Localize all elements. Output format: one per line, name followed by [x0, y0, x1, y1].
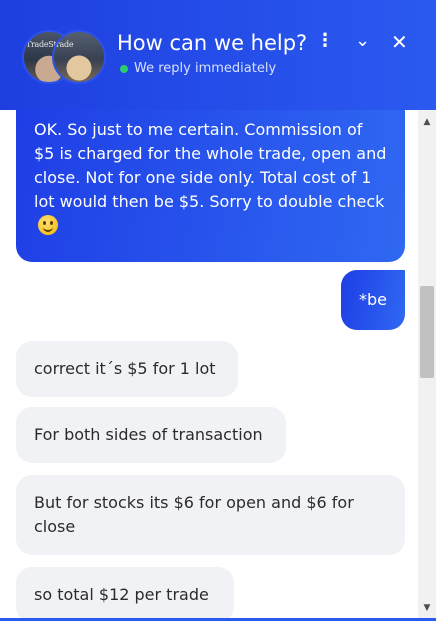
avatar: rade	[52, 30, 106, 84]
scrollbar[interactable]: ▲ ▼	[418, 110, 436, 618]
message-text: But for stocks its $6 for open and $6 fo…	[34, 493, 354, 536]
message-text: For both sides of transaction	[34, 425, 263, 444]
online-status: We reply immediately	[120, 61, 276, 76]
avatar-brand-text: rade	[56, 40, 74, 49]
chat-header: TradeStreet rade How can we help? We rep…	[0, 0, 436, 110]
message-list[interactable]: OK. So just to me certain. Commission of…	[0, 110, 418, 618]
online-dot-icon	[120, 64, 128, 73]
more-options-icon[interactable]: ⋮	[316, 30, 334, 51]
chat-title: How can we help?	[117, 31, 308, 55]
minimize-chevron-icon[interactable]: ⌄	[355, 30, 370, 51]
user-message: OK. So just to me certain. Commission of…	[16, 110, 405, 262]
agent-message: For both sides of transaction	[16, 407, 286, 463]
agent-message: correct it´s $5 for 1 lot	[16, 341, 238, 397]
agent-avatars: TradeStreet rade	[22, 30, 106, 84]
user-message: *be	[341, 270, 405, 330]
scroll-up-arrow-icon[interactable]: ▲	[418, 114, 436, 130]
smiley-emoji-icon	[38, 215, 58, 235]
status-text: We reply immediately	[134, 61, 277, 76]
input-divider	[0, 618, 436, 621]
message-text: *be	[359, 290, 387, 309]
close-icon[interactable]: ✕	[391, 30, 408, 54]
scrollbar-thumb[interactable]	[420, 286, 434, 378]
message-text: OK. So just to me certain. Commission of…	[34, 120, 387, 211]
agent-message: so total $12 per trade	[16, 567, 234, 618]
message-text: correct it´s $5 for 1 lot	[34, 359, 216, 378]
message-text: so total $12 per trade	[34, 585, 209, 604]
agent-message: But for stocks its $6 for open and $6 fo…	[16, 475, 405, 555]
scroll-down-arrow-icon[interactable]: ▼	[418, 600, 436, 616]
